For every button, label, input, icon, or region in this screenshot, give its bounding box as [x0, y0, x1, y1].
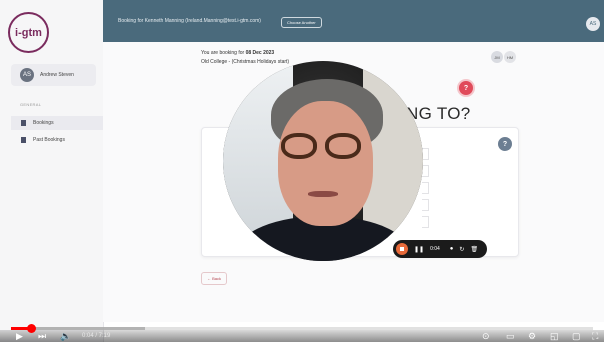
- settings-dot-icon[interactable]: ●: [450, 246, 454, 252]
- document-icon: [21, 137, 26, 143]
- brand-logo[interactable]: i-gtm: [8, 12, 49, 53]
- option-row[interactable]: [422, 199, 429, 211]
- section-label: GENERAL: [20, 102, 42, 107]
- sidebar: i-gtm AS Andrew Steven GENERAL Bookings …: [0, 0, 105, 342]
- topbar: Booking for Kenneth Manning (Ireland.Man…: [103, 0, 604, 42]
- settings-icon[interactable]: ⚙: [528, 332, 536, 341]
- booking-for-text: Booking for Kenneth Manning (Ireland.Man…: [118, 18, 261, 24]
- pause-icon[interactable]: ❚❚: [414, 246, 424, 253]
- booking-date: 08 Dec 2023: [245, 50, 275, 56]
- volume-icon[interactable]: 🔈: [60, 332, 71, 341]
- theater-icon[interactable]: ▢: [572, 332, 581, 341]
- back-button[interactable]: ← Back: [201, 272, 228, 285]
- user-name: Andrew Steven: [40, 72, 74, 78]
- sidebar-item-past-bookings[interactable]: Past Bookings: [11, 133, 103, 147]
- scrubber-handle[interactable]: [26, 324, 36, 333]
- sidebar-item-label: Past Bookings: [33, 137, 65, 143]
- option-row[interactable]: [422, 216, 429, 228]
- recorder-toolbar: ❚❚ 0:04 ● ↻ 🗑: [393, 240, 487, 258]
- video-time: 0:04 / 7:19: [82, 333, 111, 339]
- trash-icon[interactable]: 🗑: [470, 246, 478, 253]
- glasses-lens-left: [281, 133, 317, 159]
- option-row[interactable]: [422, 148, 429, 160]
- stop-icon: [400, 247, 404, 251]
- help-icon[interactable]: ?: [459, 81, 473, 95]
- presenter-face: [278, 101, 373, 226]
- restart-icon[interactable]: ↻: [459, 246, 464, 253]
- fullscreen-icon[interactable]: ⛶: [592, 332, 598, 341]
- captions-icon[interactable]: ▭: [506, 332, 515, 341]
- glasses-lens-right: [325, 133, 361, 159]
- presenter-webcam: [223, 61, 423, 261]
- help-icon[interactable]: ?: [498, 137, 512, 151]
- recording-timer: 0:04: [430, 246, 440, 252]
- sidebar-item-bookings[interactable]: Bookings: [11, 116, 105, 130]
- document-icon: [21, 120, 26, 126]
- presenter-mouth: [308, 191, 338, 197]
- user-chip[interactable]: AS Andrew Steven: [11, 64, 96, 86]
- attendee-avatar: HM: [504, 51, 516, 63]
- miniplayer-icon[interactable]: ◱: [550, 332, 559, 341]
- option-row[interactable]: [422, 165, 429, 177]
- booking-date-prefix: You are booking for: [201, 50, 245, 56]
- booking-date-line: You are booking for 08 Dec 2023: [201, 50, 274, 56]
- user-avatar: AS: [20, 68, 34, 82]
- choose-another-button[interactable]: Choose Another: [281, 17, 322, 28]
- option-row[interactable]: [422, 182, 429, 194]
- autoplay-icon[interactable]: ⊙: [482, 332, 490, 341]
- sidebar-item-label: Bookings: [33, 120, 54, 126]
- attendee-avatar: JM: [491, 51, 503, 63]
- account-avatar[interactable]: AS: [586, 17, 600, 31]
- next-icon[interactable]: ⏭: [38, 332, 46, 341]
- play-icon[interactable]: ▶: [16, 332, 23, 341]
- stop-recording-button[interactable]: [396, 243, 408, 255]
